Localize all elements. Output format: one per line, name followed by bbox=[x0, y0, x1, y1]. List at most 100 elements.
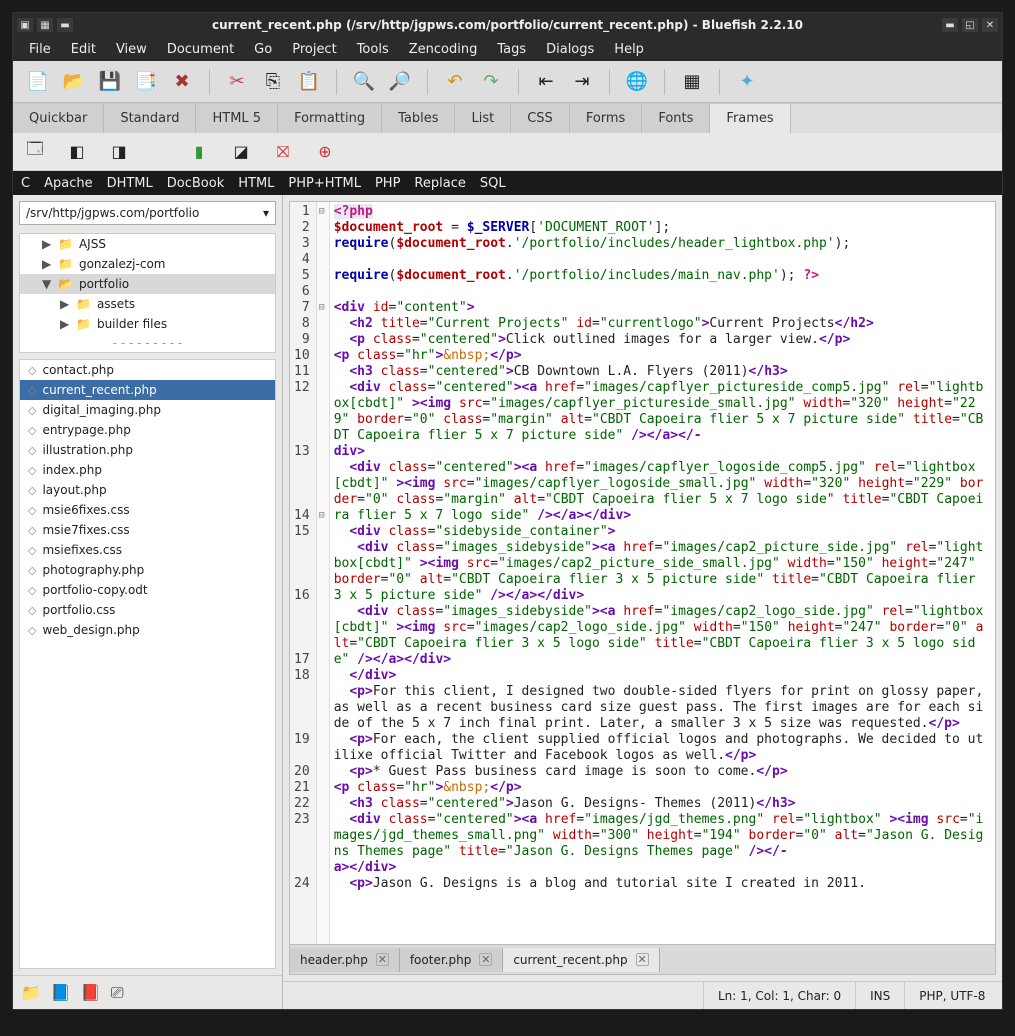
tree-item-portfolio[interactable]: ▼📂portfolio bbox=[20, 274, 275, 294]
new-file-icon[interactable]: 📄 bbox=[23, 67, 53, 97]
maximize-icon[interactable]: ◱ bbox=[962, 18, 978, 32]
lang-dhtml[interactable]: DHTML bbox=[107, 176, 153, 191]
menu-zencoding[interactable]: Zencoding bbox=[399, 39, 488, 60]
tab-frames[interactable]: Frames bbox=[710, 104, 790, 133]
fullscreen-icon[interactable]: ▦ bbox=[677, 67, 707, 97]
expand-icon[interactable]: ▶ bbox=[42, 237, 52, 251]
filetab-header[interactable]: header.php✕ bbox=[290, 948, 400, 972]
tab-html5[interactable]: HTML 5 bbox=[196, 104, 278, 133]
undo-icon[interactable]: ↶ bbox=[440, 67, 470, 97]
file-item[interactable]: ◇photography.php bbox=[20, 560, 275, 580]
path-selector[interactable]: /srv/http/jgpws.com/portfolio ▾ bbox=[19, 201, 276, 225]
menu-file[interactable]: File bbox=[19, 39, 61, 60]
tab-fonts[interactable]: Fonts bbox=[642, 104, 710, 133]
frameset-icon[interactable]: 🗔 bbox=[23, 140, 47, 164]
menu-dialogs[interactable]: Dialogs bbox=[536, 39, 604, 60]
menu-project[interactable]: Project bbox=[282, 39, 346, 60]
frame-add-icon[interactable]: ◪ bbox=[229, 140, 253, 164]
close-tab-icon[interactable]: ✕ bbox=[376, 953, 389, 966]
lang-php[interactable]: PHP bbox=[375, 176, 400, 191]
tab-css[interactable]: CSS bbox=[511, 104, 570, 133]
file-item[interactable]: ◇msie6fixes.css bbox=[20, 500, 275, 520]
filetab-current[interactable]: current_recent.php✕ bbox=[503, 948, 659, 972]
expand-icon[interactable]: ▶ bbox=[60, 317, 70, 331]
bookmarks-icon[interactable]: 📘 bbox=[51, 983, 71, 1002]
file-item[interactable]: ◇digital_imaging.php bbox=[20, 400, 275, 420]
lang-sql[interactable]: SQL bbox=[480, 176, 506, 191]
frame-right-icon[interactable]: ◨ bbox=[107, 140, 131, 164]
tab-standard[interactable]: Standard bbox=[104, 104, 196, 133]
file-item[interactable]: ◇contact.php bbox=[20, 360, 275, 380]
menu-go[interactable]: Go bbox=[244, 39, 282, 60]
menu-help[interactable]: Help bbox=[604, 39, 654, 60]
menu-edit[interactable]: Edit bbox=[61, 39, 106, 60]
menu-tags[interactable]: Tags bbox=[487, 39, 536, 60]
expand-icon[interactable]: ▶ bbox=[42, 257, 52, 271]
lang-phphtml[interactable]: PHP+HTML bbox=[288, 176, 361, 191]
close-icon[interactable]: ✕ bbox=[982, 18, 998, 32]
tab-list[interactable]: List bbox=[455, 104, 511, 133]
file-item[interactable]: ◇entrypage.php bbox=[20, 420, 275, 440]
close-tab-icon[interactable]: ✕ bbox=[479, 953, 492, 966]
filetab-footer[interactable]: footer.php✕ bbox=[400, 948, 503, 972]
collapse-icon[interactable]: ▼ bbox=[42, 277, 52, 291]
menu-view[interactable]: View bbox=[106, 39, 157, 60]
menu-tools[interactable]: Tools bbox=[347, 39, 399, 60]
code-area[interactable]: <?php $document_root = $_SERVER['DOCUMEN… bbox=[330, 202, 995, 944]
file-item[interactable]: ◇current_recent.php bbox=[20, 380, 275, 400]
file-item[interactable]: ◇portfolio-copy.odt bbox=[20, 580, 275, 600]
file-item[interactable]: ◇illustration.php bbox=[20, 440, 275, 460]
search-replace-icon[interactable]: 🔎 bbox=[385, 67, 415, 97]
redo-icon[interactable]: ↷ bbox=[476, 67, 506, 97]
search-icon[interactable]: 🔍 bbox=[349, 67, 379, 97]
lang-apache[interactable]: Apache bbox=[44, 176, 93, 191]
cut-icon[interactable]: ✂ bbox=[222, 67, 252, 97]
browser-icon[interactable]: 🌐 bbox=[622, 67, 652, 97]
charmap-icon[interactable]: 📕 bbox=[81, 983, 101, 1002]
frame-delete-icon[interactable]: ⛝ bbox=[271, 140, 295, 164]
file-item[interactable]: ◇msie7fixes.css bbox=[20, 520, 275, 540]
indent-icon[interactable]: ⇥ bbox=[567, 67, 597, 97]
tab-formatting[interactable]: Formatting bbox=[278, 104, 382, 133]
lang-c[interactable]: C bbox=[21, 176, 30, 191]
snippets-icon[interactable]: ⎚ bbox=[111, 983, 124, 1003]
file-item[interactable]: ◇portfolio.css bbox=[20, 600, 275, 620]
unindent-icon[interactable]: ⇤ bbox=[531, 67, 561, 97]
tab-tables[interactable]: Tables bbox=[382, 104, 455, 133]
win-menu-icon[interactable]: ▣ bbox=[17, 18, 33, 32]
save-icon[interactable]: 💾 bbox=[95, 67, 125, 97]
file-item[interactable]: ◇web_design.php bbox=[20, 620, 275, 640]
file-item[interactable]: ◇msiefixes.css bbox=[20, 540, 275, 560]
menu-document[interactable]: Document bbox=[157, 39, 244, 60]
tab-quickbar[interactable]: Quickbar bbox=[13, 104, 104, 133]
file-item[interactable]: ◇index.php bbox=[20, 460, 275, 480]
expand-icon[interactable]: ▶ bbox=[60, 297, 70, 311]
close-tab-icon[interactable]: ✕ bbox=[636, 953, 649, 966]
file-item[interactable]: ◇layout.php bbox=[20, 480, 275, 500]
frame-target-icon[interactable]: ⊕ bbox=[313, 140, 337, 164]
lang-docbook[interactable]: DocBook bbox=[167, 176, 224, 191]
open-file-icon[interactable]: 📂 bbox=[59, 67, 89, 97]
tree-item-assets[interactable]: ▶📁assets bbox=[20, 294, 275, 314]
save-as-icon[interactable]: 📑 bbox=[131, 67, 161, 97]
fold-gutter[interactable]: ⊟ ⊟ ⊟ bbox=[317, 202, 330, 944]
tree-item-ajss[interactable]: ▶📁AJSS bbox=[20, 234, 275, 254]
copy-icon[interactable]: ⎘ bbox=[258, 67, 288, 97]
tree-item-builder[interactable]: ▶📁builder files bbox=[20, 314, 275, 334]
code-editor[interactable]: 1 2 3 4 5 6 7 8 9 10 11 12 13 14 15 16 1… bbox=[289, 201, 996, 945]
paste-icon[interactable]: 📋 bbox=[294, 67, 324, 97]
lang-replace[interactable]: Replace bbox=[414, 176, 465, 191]
frame-doc-icon[interactable]: ▮ bbox=[187, 140, 211, 164]
close-file-icon[interactable]: ✖ bbox=[167, 67, 197, 97]
tree-item-gonzalezj[interactable]: ▶📁gonzalezj-com bbox=[20, 254, 275, 274]
tab-forms[interactable]: Forms bbox=[570, 104, 643, 133]
win-min2-icon[interactable]: ▬ bbox=[57, 18, 73, 32]
preferences-icon[interactable]: ✦ bbox=[732, 67, 762, 97]
lang-html[interactable]: HTML bbox=[238, 176, 274, 191]
status-encoding[interactable]: PHP, UTF-8 bbox=[904, 982, 999, 1009]
filebrowser-icon[interactable]: 📁 bbox=[21, 983, 41, 1002]
minimize-icon[interactable]: ▬ bbox=[942, 18, 958, 32]
status-insert[interactable]: INS bbox=[855, 982, 904, 1009]
win-grid-icon[interactable]: ▦ bbox=[37, 18, 53, 32]
frame-left-icon[interactable]: ◧ bbox=[65, 140, 89, 164]
